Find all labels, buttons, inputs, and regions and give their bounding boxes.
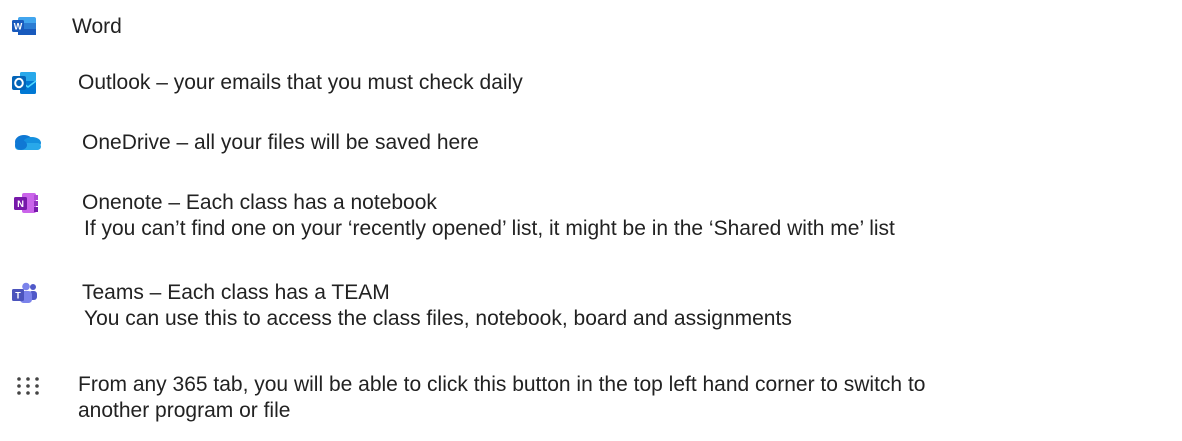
onedrive-icon [12,132,42,152]
list-item-onedrive: OneDrive – all your files will be saved … [0,122,1182,162]
onenote-label: Onenote – Each class has a notebook [82,191,437,214]
word-icon: W [12,16,36,36]
app-launcher-icon [16,376,40,396]
list-item-teams: T Teams – Each class has a TEAM You can … [0,274,1182,334]
app-launcher-label: From any 365 tab, you will be able to cl… [78,373,926,396]
app-launcher-detail: another program or file [78,399,291,422]
onenote-icon: N [14,192,40,214]
svg-text:T: T [15,291,21,301]
svg-text:N: N [17,199,24,210]
list-item-app-launcher: From any 365 tab, you will be able to cl… [0,364,1182,434]
onedrive-label: OneDrive – all your files will be saved … [82,131,479,154]
outlook-label: Outlook – your emails that you must chec… [78,71,523,94]
svg-text:W: W [14,22,23,32]
teams-label: Teams – Each class has a TEAM [82,281,390,304]
onenote-detail: If you can’t find one on your ‘recently … [84,217,895,240]
teams-icon: T [12,282,38,304]
outlook-icon [12,70,38,96]
list-item-outlook: Outlook – your emails that you must chec… [0,64,1182,104]
list-item-onenote: N Onenote – Each class has a notebook If… [0,184,1182,244]
word-label: Word [72,15,122,38]
list-item-word: W Word [0,10,1182,42]
teams-detail: You can use this to access the class fil… [84,307,792,330]
